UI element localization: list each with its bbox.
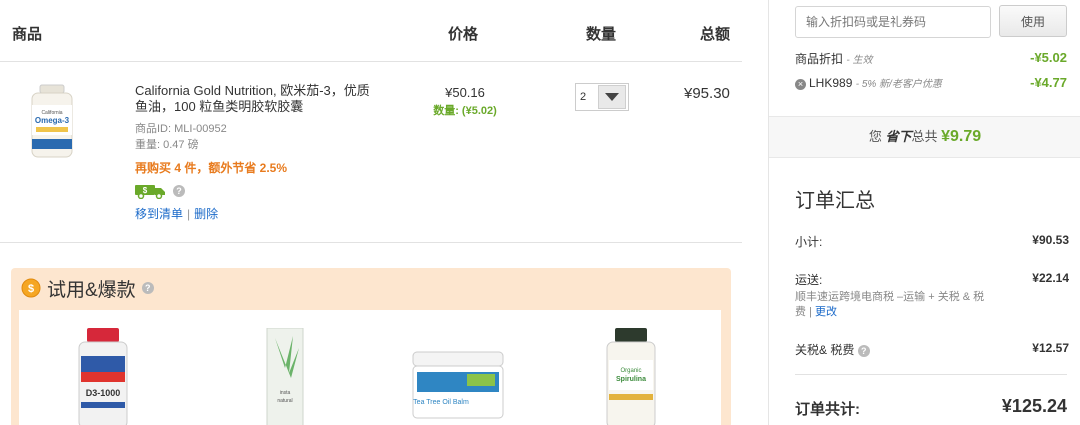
grand-total-value: ¥125.24 xyxy=(1001,396,1067,416)
tea-tree-balm-icon[interactable]: Tea Tree Oil Balm xyxy=(411,350,505,425)
product-info: California Gold Nutrition, 欧米茄-3，优质鱼油，10… xyxy=(135,83,375,222)
summary-title: 订单汇总 xyxy=(795,190,875,212)
chevron-down-icon[interactable] xyxy=(598,85,626,109)
tax-row: 关税& 税费 ? ¥12.57 xyxy=(795,341,1069,358)
header-product: 商品 xyxy=(12,26,43,43)
shipping-row: 运送: ¥22.14 顺丰速运跨境电商税 –运输 + 关税 & 税费 | 更改 xyxy=(795,271,1069,320)
trial-section: $ 试用&爆款 ? D3-1000 insta natural Tea Tree… xyxy=(11,268,731,425)
quantity-promo: 再购买 4 件，额外节省 2.5% xyxy=(135,161,288,175)
help-icon[interactable]: ? xyxy=(141,282,154,294)
savings-mid: 总共 xyxy=(911,129,938,144)
discount-row-product: 商品折扣 - 生效 -¥5.02 xyxy=(795,50,1067,68)
discount-row-coupon: × LHK989 - 5% 新/老客户优惠 -¥4.77 xyxy=(795,75,1067,93)
coupon-amount: -¥4.77 xyxy=(1030,75,1067,90)
item-actions: 移到清单 | 删除 xyxy=(135,205,375,222)
line-total: ¥95.30 xyxy=(684,85,730,102)
product-title[interactable]: California Gold Nutrition, 欧米茄-3，优质鱼油，10… xyxy=(135,83,375,115)
header-total: 总额 xyxy=(700,26,731,43)
discount-sub: - 生效 xyxy=(846,55,873,66)
svg-text:$: $ xyxy=(28,283,34,295)
cart-item-row: California Omega-3 California Gold Nutri… xyxy=(0,63,742,243)
trial-title: 试用&爆款 xyxy=(47,279,136,301)
svg-text:natural: natural xyxy=(277,398,292,404)
delete-link[interactable]: 删除 xyxy=(194,207,218,221)
coupon-input[interactable] xyxy=(795,6,991,38)
quantity-value: 2 xyxy=(580,91,587,103)
help-icon[interactable]: ? xyxy=(173,185,185,197)
svg-text:insta: insta xyxy=(280,390,291,396)
cart-table-header: 商品 价格 数量 总额 xyxy=(0,0,742,62)
unit-price: ¥50.16 xyxy=(445,85,485,100)
free-shipping-truck-icon: $ xyxy=(135,185,165,199)
price-savings: 数量: (¥5.02) xyxy=(433,105,497,117)
change-shipping-link[interactable]: 更改 xyxy=(815,306,837,318)
order-sidebar: 使用 商品折扣 - 生效 -¥5.02 ×LHK989 - 5% 新/老客户优惠… xyxy=(768,0,1080,425)
subtotal-label: 小计: xyxy=(795,235,823,249)
svg-text:Tea Tree Oil Balm: Tea Tree Oil Balm xyxy=(413,399,469,406)
savings-emph: 省下 xyxy=(885,129,912,144)
trial-products: D3-1000 insta natural Tea Tree Oil Balm … xyxy=(19,310,721,425)
coin-icon: $ xyxy=(21,278,41,298)
svg-text:D3-1000: D3-1000 xyxy=(86,388,121,398)
svg-text:Organic: Organic xyxy=(620,368,641,374)
price-column: ¥50.16 数量: (¥5.02) xyxy=(420,85,510,118)
shipping-note: 顺丰速运跨境电商税 –运输 + 关税 & 税费 | 更改 xyxy=(795,291,985,318)
shipping-icons: $ ? xyxy=(135,182,375,200)
subtotal-value: ¥90.53 xyxy=(1032,233,1069,247)
header-price: 价格 xyxy=(448,26,479,43)
retinol-serum-icon[interactable]: insta natural xyxy=(265,327,305,425)
trial-header: $ 试用&爆款 ? xyxy=(21,276,154,301)
total-savings-band: 您 省下总共 ¥9.79 xyxy=(769,116,1080,158)
savings-prefix: 您 xyxy=(868,129,882,144)
grand-total-label: 订单共计: xyxy=(795,401,860,418)
svg-text:Spirulina: Spirulina xyxy=(616,376,646,383)
product-weight: 重量: 0.47 磅 xyxy=(135,139,199,151)
remove-coupon-icon[interactable]: × xyxy=(795,79,806,90)
apply-coupon-button[interactable]: 使用 xyxy=(999,5,1067,37)
header-quantity: 数量 xyxy=(586,26,617,43)
shipping-value: ¥22.14 xyxy=(1032,271,1069,285)
discount-amount: -¥5.02 xyxy=(1030,50,1067,65)
subtotal-row: 小计: ¥90.53 xyxy=(795,233,1069,250)
action-separator: | xyxy=(187,207,191,221)
product-image[interactable]: California Omega-3 xyxy=(28,83,76,161)
move-to-list-link[interactable]: 移到清单 xyxy=(135,207,183,221)
savings-amount: ¥9.79 xyxy=(941,128,982,145)
summary-divider xyxy=(795,374,1067,375)
spirulina-bottle-icon[interactable]: Organic Spirulina xyxy=(603,328,659,425)
coupon-code: LHK989 xyxy=(809,76,853,90)
cart-main: 商品 价格 数量 总额 California Omega-3 Californi… xyxy=(0,0,768,425)
coupon-sub: - 5% 新/老客户优惠 xyxy=(855,79,942,90)
product-id: 商品ID: MLI-00952 xyxy=(135,123,227,135)
tax-label: 关税& 税费 xyxy=(795,343,855,357)
svg-text:$: $ xyxy=(143,186,148,195)
tax-value: ¥12.57 xyxy=(1032,341,1069,355)
discount-label: 商品折扣 xyxy=(795,52,844,66)
shipping-label: 运送: xyxy=(795,273,823,287)
svg-text:Omega-3: Omega-3 xyxy=(35,116,70,125)
help-icon[interactable]: ? xyxy=(857,345,870,357)
quantity-select[interactable]: 2 xyxy=(575,83,629,111)
vitamin-d-bottle-icon[interactable]: D3-1000 xyxy=(75,328,131,425)
